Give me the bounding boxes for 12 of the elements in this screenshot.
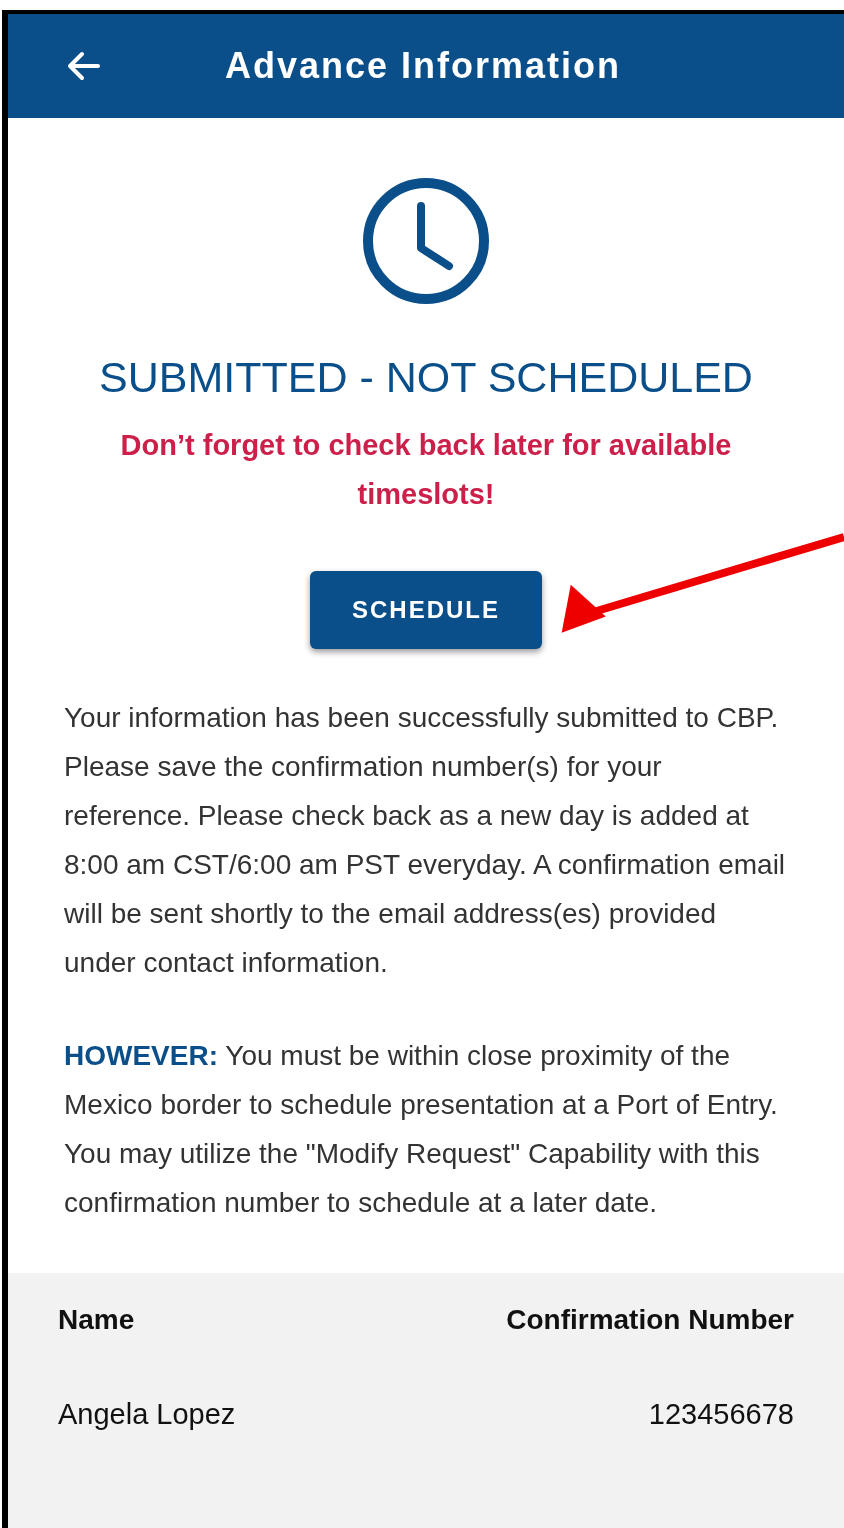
reminder-text: Don’t forget to check back later for available timeslots! [119, 428, 733, 512]
column-header: Name [58, 1303, 135, 1337]
column-header: Confirmation Number [506, 1303, 794, 1337]
back-arrow-icon[interactable] [66, 51, 100, 81]
schedule-button[interactable]: SCHEDULE [310, 571, 542, 649]
table-cell-text: 123456678 [648, 1397, 794, 1432]
status-title: SUBMITTED - NOT SCHEDULED [99, 356, 753, 399]
info-paragraph: Your information has been successfully submitted to CBP. Please save the confirmation number(s) for your reference. Please check back as a new day is added at 8:00 am CST/6:00 am PST everyday. A confirmation email will be sent shortly to the email address(es) provided under contact information. [64, 701, 787, 980]
info-paragraph: HOWEVER: You must be within close proximity of the Mexico border to schedule presentation at a Port of Entry. You may utilize the "Modify Request" Capability with this confirmation number to schedule at a later date. [64, 1039, 779, 1220]
header-title: Advance Information [223, 44, 623, 88]
table-cell-text: Angela Lopez [58, 1397, 236, 1432]
clock-icon [361, 176, 491, 306]
